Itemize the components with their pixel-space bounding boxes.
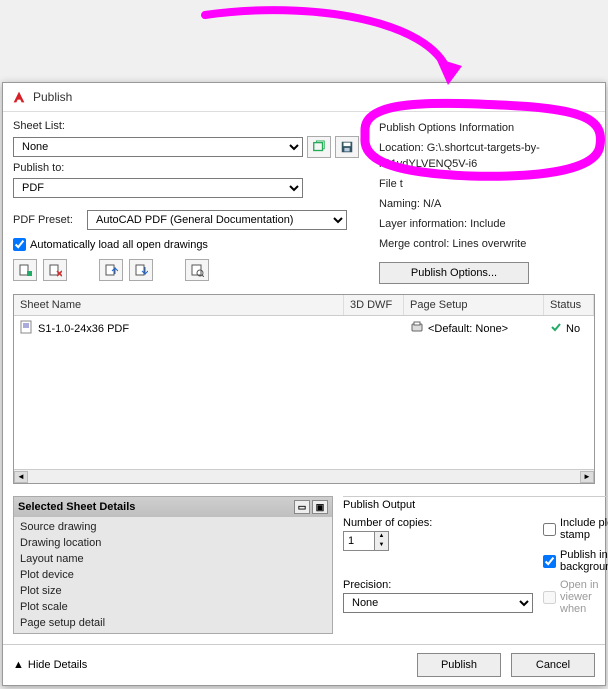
- precision-dropdown[interactable]: None: [343, 593, 533, 613]
- detail-plot-size: Plot size: [20, 583, 326, 599]
- dialog-title: Publish: [33, 90, 72, 104]
- preview-button[interactable]: [185, 259, 209, 281]
- options-filetype-line: File t: [379, 176, 595, 192]
- publish-to-label: Publish to:: [13, 162, 359, 174]
- detail-source-drawing: Source drawing: [20, 519, 326, 535]
- dwg-layout-icon: [20, 320, 34, 337]
- sheet-toolbar: [13, 259, 359, 281]
- publish-dialog: Publish Sheet List: None Publish to:: [2, 82, 606, 686]
- grid-body[interactable]: S1-1.0-24x36 PDF <Default: None> No: [14, 316, 594, 469]
- naming-label: Naming:: [379, 198, 420, 210]
- options-naming-line: Naming: N/A: [379, 196, 595, 212]
- hide-details-toggle[interactable]: ▲ Hide Details: [13, 659, 87, 671]
- move-up-button[interactable]: [99, 259, 123, 281]
- remove-sheets-button[interactable]: [43, 259, 67, 281]
- options-location-line: Location: G:\.shortcut-targets-by-id\1vd…: [379, 140, 595, 172]
- sheet-name-cell: S1-1.0-24x36 PDF: [38, 323, 129, 335]
- layer-value: Include: [470, 218, 505, 230]
- dialog-footer: ▲ Hide Details Publish Cancel: [3, 644, 605, 685]
- grid-hscroll[interactable]: ◄ ►: [14, 469, 594, 483]
- open-in-viewer-label: Open in viewer when: [560, 579, 608, 615]
- pdf-preset-label: PDF Preset:: [13, 214, 83, 226]
- detail-layout-name: Layout name: [20, 551, 326, 567]
- options-merge-line: Merge control: Lines overwrite: [379, 236, 595, 252]
- selected-sheet-details-panel: Selected Sheet Details ▭ ▣ Source drawin…: [13, 496, 333, 634]
- open-in-viewer-checkbox: [543, 591, 556, 604]
- col-sheet-name[interactable]: Sheet Name: [14, 295, 344, 315]
- cancel-button[interactable]: Cancel: [511, 653, 595, 677]
- copies-stepper[interactable]: ▲ ▼: [343, 531, 389, 551]
- publish-button[interactable]: Publish: [417, 653, 501, 677]
- publish-options-button[interactable]: Publish Options...: [379, 262, 529, 284]
- page-setup-icon: [410, 320, 424, 337]
- detail-plot-device: Plot device: [20, 567, 326, 583]
- detail-drawing-location: Drawing location: [20, 535, 326, 551]
- output-heading: Publish Output: [343, 499, 608, 511]
- copies-down-icon[interactable]: ▼: [374, 541, 388, 550]
- move-down-button[interactable]: [129, 259, 153, 281]
- details-heading: Selected Sheet Details: [18, 501, 135, 513]
- pdf-preset-dropdown[interactable]: AutoCAD PDF (General Documentation): [87, 210, 347, 230]
- add-sheets-button[interactable]: [13, 259, 37, 281]
- copies-label: Number of copies:: [343, 517, 533, 529]
- details-pin-icon[interactable]: ▣: [312, 500, 328, 514]
- sheet-list-label: Sheet List:: [13, 120, 359, 132]
- options-layer-line: Layer information: Include: [379, 216, 595, 232]
- scroll-right-icon[interactable]: ►: [580, 471, 594, 483]
- collapse-up-icon: ▲: [13, 659, 24, 671]
- page-setup-cell: <Default: None>: [428, 323, 508, 335]
- scroll-left-icon[interactable]: ◄: [14, 471, 28, 483]
- detail-page-setup: Page setup detail: [20, 615, 326, 631]
- open-sheet-list-button[interactable]: [307, 136, 331, 158]
- status-cell: No: [566, 323, 580, 335]
- save-sheet-list-button[interactable]: [335, 136, 359, 158]
- publish-output-panel: Publish Output Number of copies: ▲ ▼: [343, 496, 608, 634]
- col-status[interactable]: Status: [544, 295, 594, 315]
- auto-load-checkbox[interactable]: [13, 238, 26, 251]
- copies-input[interactable]: [344, 532, 374, 550]
- merge-label: Merge control:: [379, 238, 449, 250]
- title-bar: Publish: [3, 83, 605, 112]
- status-ok-icon: [550, 321, 562, 336]
- detail-plot-scale: Plot scale: [20, 599, 326, 615]
- hide-details-label: Hide Details: [28, 659, 87, 671]
- auto-load-label: Automatically load all open drawings: [30, 239, 208, 251]
- publish-background-label: Publish in background: [560, 549, 608, 573]
- include-plot-stamp-checkbox[interactable]: [543, 523, 556, 536]
- options-info-heading: Publish Options Information: [379, 120, 595, 136]
- merge-value: Lines overwrite: [452, 238, 526, 250]
- naming-value: N/A: [423, 198, 441, 210]
- grid-header: Sheet Name 3D DWF Page Setup Status: [14, 295, 594, 316]
- col-page-setup[interactable]: Page Setup: [404, 295, 544, 315]
- layer-label: Layer information:: [379, 218, 467, 230]
- location-label: Location:: [379, 142, 424, 154]
- autocad-logo-icon: [11, 89, 27, 105]
- details-collapse-icon[interactable]: ▭: [294, 500, 310, 514]
- sheet-list-dropdown[interactable]: None: [13, 137, 303, 157]
- table-row[interactable]: S1-1.0-24x36 PDF <Default: None> No: [14, 316, 594, 341]
- col-3d-dwf[interactable]: 3D DWF: [344, 295, 404, 315]
- include-plot-stamp-label: Include plot stamp: [560, 517, 608, 541]
- precision-label: Precision:: [343, 579, 533, 591]
- publish-background-checkbox[interactable]: [543, 555, 556, 568]
- sheet-grid: Sheet Name 3D DWF Page Setup Status S1-1…: [13, 294, 595, 484]
- copies-up-icon[interactable]: ▲: [374, 532, 388, 541]
- publish-to-dropdown[interactable]: PDF: [13, 178, 303, 198]
